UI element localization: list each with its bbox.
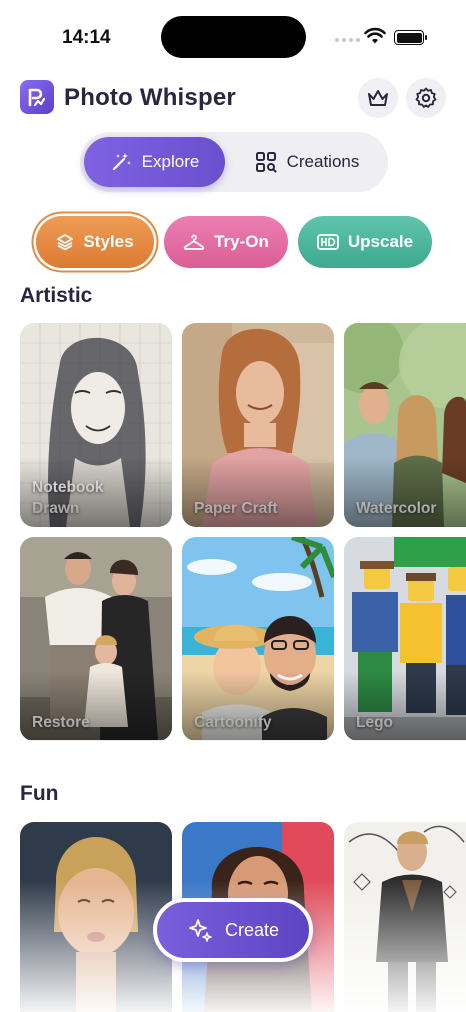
- tab-explore[interactable]: Explore: [84, 137, 225, 187]
- style-card-label: Paper Craft: [194, 500, 278, 517]
- fun-card-3[interactable]: [344, 822, 466, 1012]
- battery-icon: [394, 30, 427, 45]
- tab-explore-label: Explore: [141, 152, 200, 171]
- fun-card-1[interactable]: [20, 822, 172, 1012]
- filter-tryon-button[interactable]: Try-On: [164, 216, 288, 268]
- style-card-label: Watercolor: [356, 500, 437, 517]
- section-title-fun: Fun: [20, 782, 59, 805]
- section-divider-fade: [0, 740, 466, 780]
- style-card-label: Cartoonify: [194, 714, 272, 731]
- style-card-watercolor[interactable]: Watercolor: [344, 323, 466, 527]
- style-card-label: Restore: [32, 714, 90, 731]
- gear-icon: [415, 87, 437, 108]
- card-thumbnail: [344, 537, 466, 741]
- style-card-label: Notebook Drawn: [32, 479, 104, 517]
- hd-icon: [316, 234, 339, 250]
- filter-styles-label: Styles: [83, 232, 134, 251]
- settings-button[interactable]: [406, 78, 446, 118]
- signal-icon: [335, 38, 360, 42]
- create-button[interactable]: Create: [153, 898, 313, 962]
- card-thumbnail: [344, 822, 466, 1012]
- style-card-cartoonify[interactable]: Cartoonify: [182, 537, 334, 741]
- section-title-artistic: Artistic: [20, 284, 93, 307]
- hanger-icon: [183, 234, 205, 250]
- premium-button[interactable]: [358, 78, 398, 118]
- app-logo-icon: [20, 80, 54, 114]
- card-thumbnail: [182, 323, 334, 527]
- filter-tryon-label: Try-On: [214, 232, 269, 251]
- app-title: Photo Whisper: [64, 84, 236, 111]
- filter-upscale-label: Upscale: [347, 232, 414, 251]
- style-card-paper-craft[interactable]: Paper Craft: [182, 323, 334, 527]
- style-card-lego[interactable]: Lego: [344, 537, 466, 741]
- card-thumbnail: [344, 323, 466, 527]
- card-thumbnail: [182, 537, 334, 741]
- card-thumbnail: [20, 822, 172, 1012]
- create-button-label: Create: [224, 919, 280, 940]
- tab-creations-label: Creations: [286, 152, 360, 171]
- grid-search-icon: [255, 152, 277, 173]
- crown-icon: [368, 90, 388, 106]
- status-time: 14:14: [62, 27, 111, 48]
- layers-icon: [57, 234, 74, 251]
- magic-wand-icon: [112, 153, 131, 171]
- status-bar: 14:14: [0, 0, 466, 70]
- wifi-icon: [364, 27, 386, 44]
- view-switcher: Explore Creations: [80, 132, 388, 192]
- style-card-restore[interactable]: Restore: [20, 537, 172, 741]
- app-header: Photo Whisper: [20, 78, 446, 118]
- card-thumbnail: [20, 537, 172, 741]
- dynamic-island: [161, 16, 306, 58]
- filter-styles-button[interactable]: Styles: [36, 216, 154, 268]
- style-card-label: Lego: [356, 714, 394, 731]
- style-card-notebook-drawn[interactable]: Notebook Drawn: [20, 323, 172, 527]
- sparkles-icon: [189, 919, 212, 942]
- filter-upscale-button[interactable]: Upscale: [298, 216, 432, 268]
- tab-creations[interactable]: Creations: [232, 137, 382, 187]
